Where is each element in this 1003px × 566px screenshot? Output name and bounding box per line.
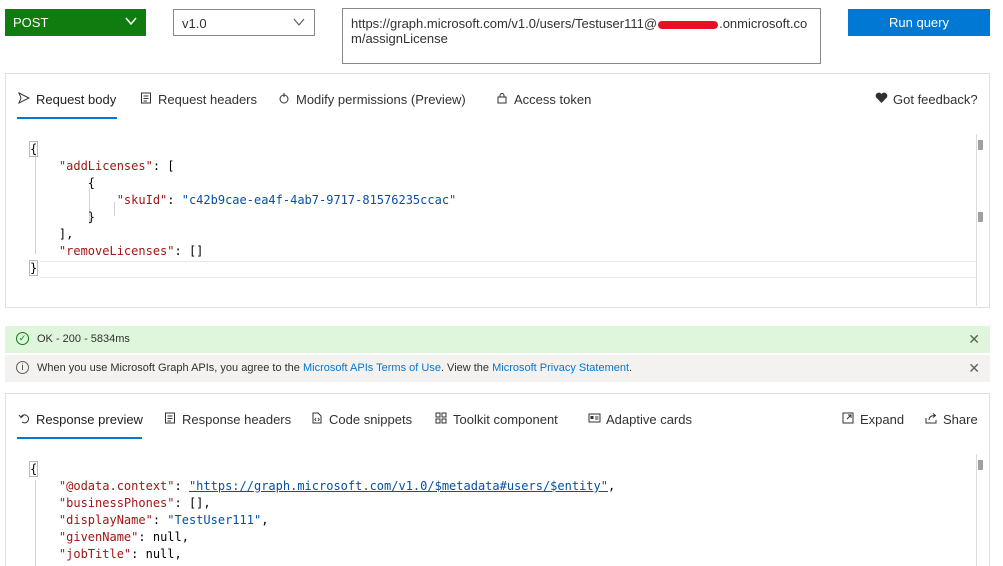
tab-request-body[interactable]: Request body (18, 91, 117, 116)
api-version-dropdown[interactable]: v1.0 (173, 9, 315, 36)
request-panel: Request body Request headers Modify perm… (5, 73, 990, 308)
api-version-value: v1.0 (182, 16, 207, 31)
tab-label: Toolkit component (453, 412, 558, 427)
share-icon (925, 412, 939, 427)
tab-label: Response headers (182, 412, 292, 427)
info-message-bar: i When you use Microsoft Graph APIs, you… (5, 355, 990, 382)
response-preview-viewer[interactable]: { "@odata.context": "https://graph.micro… (28, 461, 615, 563)
heart-icon (875, 92, 889, 107)
grid-icon (435, 412, 449, 427)
send-icon (18, 91, 32, 107)
scrollbar-thumb[interactable] (978, 460, 983, 470)
chevron-down-icon (292, 15, 306, 32)
status-text: OK - 200 - 5834ms (37, 333, 130, 345)
tab-response-headers[interactable]: Response headers (164, 412, 291, 436)
tab-label: Share (943, 412, 978, 427)
odata-context-link[interactable]: "https://graph.microsoft.com/v1.0/$metad… (189, 479, 608, 493)
shield-icon (278, 92, 292, 107)
tab-label: Modify permissions (Preview) (296, 92, 466, 107)
tab-label: Access token (514, 92, 592, 107)
got-feedback-button[interactable]: Got feedback? (875, 92, 978, 116)
editor-scrollbar[interactable] (976, 134, 977, 306)
tab-label: Request headers (158, 92, 258, 107)
info-text: . View the (440, 362, 493, 374)
response-panel: Response preview Response headers Code s… (5, 393, 990, 566)
document-icon (164, 412, 178, 427)
run-query-button[interactable]: Run query (848, 9, 990, 36)
card-icon (588, 412, 602, 427)
tab-access-token[interactable]: Access token (496, 92, 591, 116)
viewer-scrollbar[interactable] (976, 454, 977, 566)
info-icon: i (16, 361, 29, 374)
redaction-mark (658, 20, 719, 29)
terms-of-use-link[interactable]: Microsoft APIs Terms of Use (303, 362, 441, 374)
active-tab-indicator (17, 117, 117, 119)
expand-button[interactable]: Expand (842, 412, 904, 436)
tab-response-preview[interactable]: Response preview (18, 412, 143, 436)
request-body-editor[interactable]: { "addLicenses": [ { "skuId": "c42b9cae-… (28, 141, 456, 277)
tab-adaptive-cards[interactable]: Adaptive cards (588, 412, 692, 436)
tab-label: Adaptive cards (606, 412, 692, 427)
check-circle-icon: ✓ (16, 332, 29, 345)
http-method-value: POST (13, 15, 49, 30)
scrollbar-thumb[interactable] (978, 140, 983, 150)
tab-code-snippets[interactable]: Code snippets (311, 412, 412, 436)
expand-icon (842, 412, 856, 427)
code-file-icon (311, 412, 325, 427)
tab-label: Request body (36, 92, 117, 107)
share-button[interactable]: Share (925, 412, 978, 436)
tab-request-headers[interactable]: Request headers (140, 92, 257, 116)
undo-arrow-icon (18, 412, 32, 427)
tab-modify-permissions[interactable]: Modify permissions (Preview) (278, 92, 466, 116)
request-tabs: Request body Request headers Modify perm… (6, 74, 989, 128)
tab-label: Code snippets (329, 412, 413, 427)
info-text: When you use Microsoft Graph APIs, you a… (37, 362, 303, 374)
tab-toolkit-component[interactable]: Toolkit component (435, 412, 558, 436)
tab-label: Response preview (36, 412, 143, 427)
privacy-statement-link[interactable]: Microsoft Privacy Statement (492, 362, 629, 374)
document-icon (140, 92, 154, 107)
chevron-down-icon (124, 14, 138, 31)
close-icon[interactable]: ✕ (968, 360, 980, 377)
close-icon[interactable]: ✕ (968, 331, 980, 348)
scrollbar-thumb[interactable] (978, 212, 983, 222)
success-message-bar: ✓ OK - 200 - 5834ms ✕ (5, 326, 990, 353)
response-tabs: Response preview Response headers Code s… (6, 394, 989, 448)
request-url-input[interactable]: https://graph.microsoft.com/v1.0/users/T… (342, 8, 821, 64)
info-text: . (629, 362, 633, 374)
current-line-highlight (40, 277, 976, 278)
tab-label: Got feedback? (893, 92, 978, 107)
url-text-start: https://graph.microsoft.com/v1.0/users/T… (351, 16, 658, 31)
http-method-dropdown[interactable]: POST (5, 9, 146, 36)
lock-icon (496, 92, 510, 107)
tab-label: Expand (860, 412, 905, 427)
active-tab-indicator (17, 437, 142, 439)
